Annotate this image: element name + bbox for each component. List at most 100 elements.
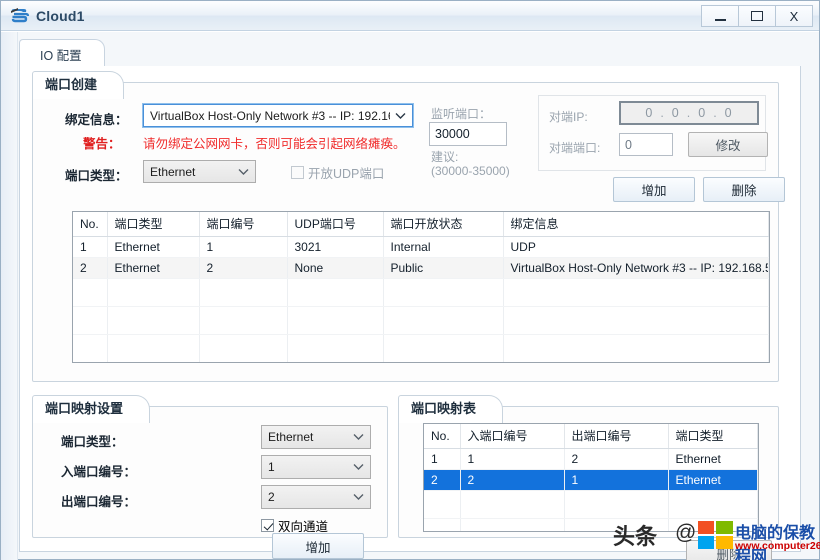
port-cell-no: 1 bbox=[73, 236, 108, 258]
delete-mapping-button-label: 删除 bbox=[716, 547, 742, 560]
out-port-number-value: 2 bbox=[268, 490, 275, 504]
table-row-empty bbox=[73, 334, 769, 362]
port-cell-binding: UDP bbox=[503, 236, 769, 258]
port-cell-type: Ethernet bbox=[107, 257, 200, 279]
warning-message: 请勿绑定公网网卡，否则可能会引起网络瘫痪。 bbox=[143, 137, 406, 151]
cloud-device-icon bbox=[9, 6, 31, 26]
minimize-icon bbox=[714, 18, 726, 21]
peer-ip-input[interactable]: 0 . 0 . 0 . 0 bbox=[619, 101, 759, 125]
port-type-label: 端口类型： bbox=[65, 169, 128, 183]
port-th-status: 端口开放状态 bbox=[383, 212, 504, 237]
checkbox-box bbox=[291, 166, 304, 179]
close-icon: X bbox=[789, 8, 799, 24]
mapping-port-type-value: Ethernet bbox=[268, 430, 314, 444]
table-row-empty bbox=[73, 306, 769, 335]
add-mapping-button-label: 增加 bbox=[305, 540, 331, 555]
port-table-grid: No. 端口类型 端口编号 UDP端口号 端口开放状态 绑定信息 1 Ether… bbox=[73, 212, 769, 364]
tab-io-config-label: IO 配置 bbox=[40, 49, 82, 63]
add-mapping-button[interactable]: 增加 bbox=[272, 533, 364, 559]
in-port-number-label: 入端口编号： bbox=[61, 465, 137, 479]
binding-info-combo[interactable]: VirtualBox Host-Only Network #3 -- IP: 1… bbox=[142, 103, 414, 128]
open-udp-port-checkbox[interactable]: 开放UDP端口 bbox=[291, 163, 384, 182]
port-cell-type: Ethernet bbox=[107, 236, 200, 258]
map-th-port-type: 端口类型 bbox=[668, 424, 758, 449]
port-type-value: Ethernet bbox=[150, 164, 196, 179]
delete-mapping-button[interactable]: 删除 bbox=[686, 540, 772, 560]
close-button[interactable]: X bbox=[775, 5, 813, 27]
table-row-empty bbox=[424, 490, 758, 519]
delete-port-button[interactable]: 删除 bbox=[703, 177, 785, 202]
binding-info-value: VirtualBox Host-Only Network #3 -- IP: 1… bbox=[150, 108, 390, 123]
port-th-no: No. bbox=[73, 212, 108, 237]
chevron-down-icon bbox=[395, 112, 406, 119]
warning-label: 警告： bbox=[83, 137, 121, 151]
map-cell-port-type: Ethernet bbox=[668, 448, 758, 470]
in-port-number-combo[interactable]: 1 bbox=[261, 455, 371, 479]
suggest-range: (30000-35000) bbox=[431, 164, 510, 178]
maximize-icon bbox=[751, 11, 763, 21]
port-th-number: 端口编号 bbox=[199, 212, 288, 237]
port-cell-udp: None bbox=[287, 257, 384, 279]
window-controls: X bbox=[701, 5, 813, 27]
group-mapping-table-title: 端口映射表 bbox=[398, 395, 504, 423]
ip-separator: . bbox=[686, 106, 692, 120]
port-th-udp: UDP端口号 bbox=[287, 212, 384, 237]
listen-port-value: 30000 bbox=[435, 127, 470, 141]
map-cell-no: 2 bbox=[424, 469, 461, 491]
peer-ip-label: 对端IP: bbox=[549, 110, 588, 124]
group-mapping-table: 端口映射表 No. 入端口编号 出端口编号 端口类型 1 1 2 Etherne… bbox=[398, 395, 779, 538]
group-mapping-settings: 端口映射设置 端口类型： Ethernet 入端口编号： 1 出端口编号： 2 … bbox=[32, 395, 388, 538]
port-th-binding: 绑定信息 bbox=[503, 212, 769, 237]
window-title: Cloud1 bbox=[36, 7, 85, 24]
map-th-out-port: 出端口编号 bbox=[564, 424, 669, 449]
ip-separator: . bbox=[660, 106, 665, 120]
peer-ip-octet-3: 0 bbox=[698, 106, 707, 120]
mapping-table-grid: No. 入端口编号 出端口编号 端口类型 1 1 2 Ethernet 2 2 … bbox=[424, 424, 758, 531]
suggest-label: 建议: bbox=[431, 150, 459, 164]
port-table[interactable]: No. 端口类型 端口编号 UDP端口号 端口开放状态 绑定信息 1 Ether… bbox=[72, 211, 770, 363]
listen-port-input[interactable]: 30000 bbox=[429, 122, 507, 146]
ip-separator: . bbox=[713, 106, 718, 120]
mapping-port-type-combo[interactable]: Ethernet bbox=[261, 425, 371, 449]
port-cell-number: 2 bbox=[199, 257, 288, 279]
peer-port-input[interactable]: 0 bbox=[619, 133, 673, 156]
table-row[interactable]: 2 Ethernet 2 None Public VirtualBox Host… bbox=[73, 257, 769, 279]
group-mapping-settings-title: 端口映射设置 bbox=[32, 395, 151, 423]
mapping-port-type-label: 端口类型： bbox=[61, 435, 124, 449]
map-cell-out-port: 2 bbox=[564, 448, 669, 470]
table-row-selected[interactable]: 2 2 1 Ethernet bbox=[424, 469, 758, 491]
modify-button[interactable]: 修改 bbox=[688, 132, 768, 157]
port-table-header-row: No. 端口类型 端口编号 UDP端口号 端口开放状态 绑定信息 bbox=[73, 212, 769, 237]
minimize-button[interactable] bbox=[701, 5, 739, 27]
table-row-empty bbox=[73, 278, 769, 307]
table-row-empty bbox=[73, 363, 769, 364]
chevron-down-icon bbox=[353, 494, 364, 500]
mapping-table[interactable]: No. 入端口编号 出端口编号 端口类型 1 1 2 Ethernet 2 2 … bbox=[423, 423, 759, 532]
mapping-table-header-row: No. 入端口编号 出端口编号 端口类型 bbox=[424, 424, 758, 449]
modify-button-label: 修改 bbox=[715, 139, 741, 153]
map-cell-in-port: 2 bbox=[460, 469, 565, 491]
group-port-create-title: 端口创建 bbox=[32, 71, 125, 99]
table-row[interactable]: 1 Ethernet 1 3021 Internal UDP bbox=[73, 236, 769, 258]
port-type-combo[interactable]: Ethernet bbox=[143, 160, 256, 183]
add-port-button-label: 增加 bbox=[641, 184, 667, 198]
table-row-empty bbox=[424, 518, 758, 531]
out-port-number-combo[interactable]: 2 bbox=[261, 485, 371, 509]
delete-port-button-label: 删除 bbox=[731, 184, 757, 198]
peer-port-label: 对端端口: bbox=[549, 141, 601, 155]
tabstrip: IO 配置 bbox=[19, 39, 801, 70]
add-port-button[interactable]: 增加 bbox=[613, 177, 695, 202]
peer-ip-octet-1: 0 bbox=[645, 106, 654, 120]
map-cell-in-port: 1 bbox=[460, 448, 565, 470]
binding-info-label: 绑定信息： bbox=[65, 113, 128, 127]
cloud-config-window: Cloud1 X IO 配置 端口创建 绑定信息： VirtualBox Hos… bbox=[0, 0, 820, 560]
chevron-down-icon bbox=[353, 464, 364, 470]
port-th-type: 端口类型 bbox=[107, 212, 200, 237]
table-row[interactable]: 1 1 2 Ethernet bbox=[424, 448, 758, 470]
open-udp-port-label: 开放UDP端口 bbox=[308, 167, 385, 181]
maximize-button[interactable] bbox=[738, 5, 776, 27]
peer-ip-octet-4: 0 bbox=[724, 106, 733, 120]
port-cell-binding: VirtualBox Host-Only Network #3 -- IP: 1… bbox=[503, 257, 769, 279]
listen-port-label: 监听端口： bbox=[431, 107, 492, 121]
left-rail bbox=[1, 32, 18, 560]
